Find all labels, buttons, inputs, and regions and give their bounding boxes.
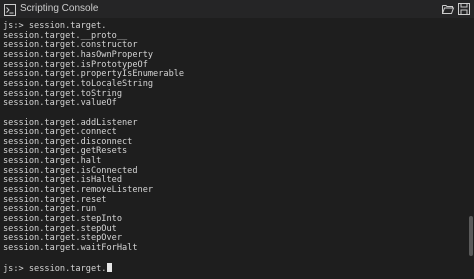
window-title: Scripting Console	[20, 3, 99, 14]
completion-item: session.target.constructor	[3, 40, 138, 51]
completion-item: session.target.stepInto	[3, 214, 122, 224]
terminal-icon	[4, 3, 16, 16]
console-input-text[interactable]: js:> session.target.	[3, 264, 106, 274]
completion-item: session.target.hasOwnProperty	[3, 49, 154, 60]
completion-item: session.target.toLocaleString	[3, 78, 154, 89]
completion-item: session.target.propertyIsEnumerable	[3, 69, 185, 80]
console-output[interactable]: js:> session.target. session.target.__pro…	[0, 18, 474, 279]
completion-item: session.target.connect	[3, 127, 117, 138]
open-script-button[interactable]	[441, 2, 455, 16]
title-bar: Scripting Console	[0, 0, 474, 18]
completion-item: session.target.waitForHalt	[3, 242, 138, 253]
completion-item: session.target.toString	[3, 88, 122, 99]
completion-item: session.target.run	[3, 204, 97, 215]
completion-item: session.target.__proto__	[3, 30, 128, 41]
completion-item: session.target.addListener	[3, 117, 138, 128]
completion-item: session.target.disconnect	[3, 136, 133, 147]
completion-item: session.target.removeListener	[3, 185, 154, 196]
scripting-console-window: Scripting Console js:> session.target. se…	[0, 0, 474, 279]
completion-item: session.target.isConnected	[3, 165, 138, 176]
folder-open-icon	[442, 5, 455, 14]
command-line: js:> session.target.	[3, 21, 107, 31]
console-input-line[interactable]: js:> session.target.	[3, 263, 113, 274]
completion-item: session.target.halt	[3, 156, 102, 167]
completion-item: session.target.isPrototypeOf	[3, 59, 148, 70]
save-icon	[458, 3, 470, 15]
save-script-button[interactable]	[457, 2, 471, 16]
completion-item: session.target.getResets	[3, 146, 128, 157]
completion-item: session.target.reset	[3, 194, 107, 205]
completion-item: session.target.stepOver	[3, 233, 122, 244]
completion-item: session.target.valueOf	[3, 98, 117, 109]
completion-item: session.target.isHalted	[3, 175, 122, 186]
completion-item: session.target.stepOut	[3, 223, 117, 234]
text-cursor	[107, 263, 113, 273]
scrollbar-thumb[interactable]	[469, 216, 473, 256]
